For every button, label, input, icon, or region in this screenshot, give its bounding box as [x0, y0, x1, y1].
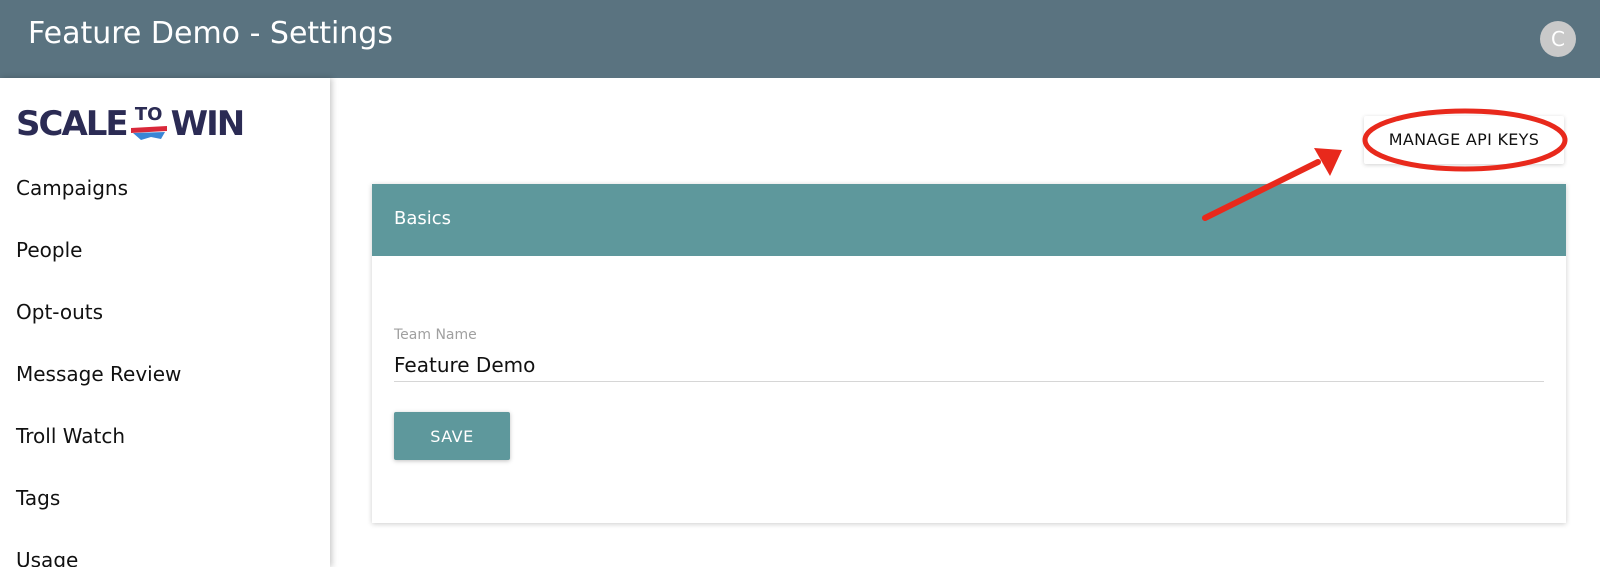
logo-text-right: WIN	[170, 104, 246, 144]
card-title: Basics	[394, 208, 452, 229]
manage-api-keys-container: MANAGE API KEYS	[1364, 116, 1564, 164]
ribbon-icon	[130, 126, 167, 140]
save-button[interactable]: SAVE	[394, 412, 510, 460]
card-header: Basics	[372, 184, 1566, 256]
logo-text-left: SCALE	[16, 104, 129, 144]
top-app-bar: Feature Demo - Settings C	[0, 0, 1600, 78]
page-title: Feature Demo - Settings	[28, 16, 393, 51]
sidebar-item-tags[interactable]: Tags	[16, 484, 60, 512]
team-name-label: Team Name	[394, 327, 477, 343]
logo-ribbon: TO	[127, 104, 171, 144]
sidebar: SCALE TO WIN Campaigns People Opt-outs M…	[0, 78, 330, 567]
basics-card: Basics Team Name SAVE	[372, 184, 1566, 523]
sidebar-item-people[interactable]: People	[16, 236, 82, 264]
scale-to-win-logo[interactable]: SCALE TO WIN	[16, 104, 246, 144]
sidebar-item-usage[interactable]: Usage	[16, 546, 78, 567]
sidebar-item-opt-outs[interactable]: Opt-outs	[16, 298, 103, 326]
sidebar-item-message-review[interactable]: Message Review	[16, 360, 181, 388]
sidebar-item-troll-watch[interactable]: Troll Watch	[16, 422, 125, 450]
sidebar-item-campaigns[interactable]: Campaigns	[16, 174, 128, 202]
user-avatar[interactable]: C	[1540, 21, 1576, 57]
team-name-field[interactable]	[394, 348, 1544, 382]
manage-api-keys-button[interactable]: MANAGE API KEYS	[1364, 116, 1564, 164]
